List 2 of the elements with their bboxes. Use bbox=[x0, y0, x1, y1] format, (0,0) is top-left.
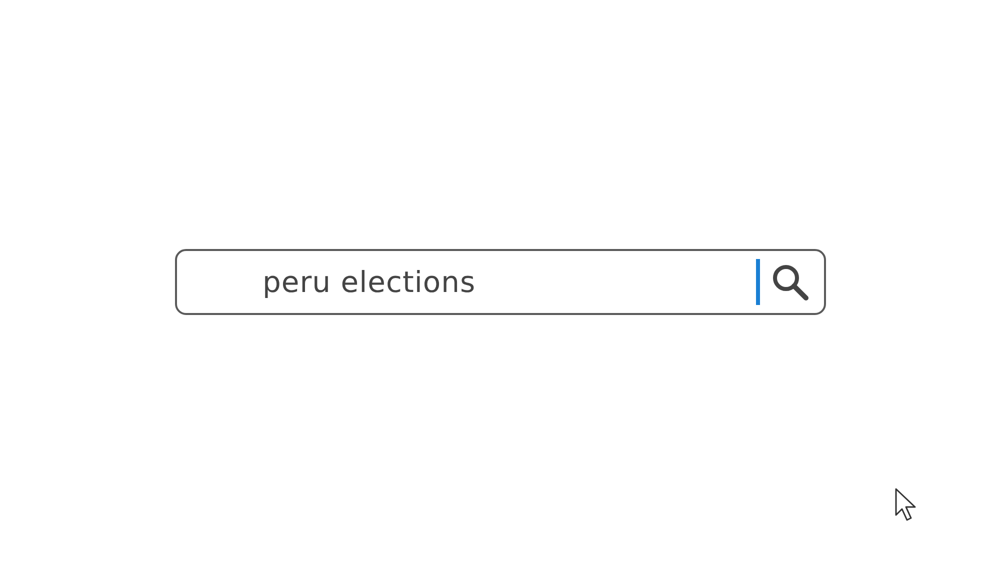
search-field[interactable]: peru elections bbox=[262, 264, 756, 298]
search-bar[interactable]: peru elections bbox=[174, 248, 826, 314]
